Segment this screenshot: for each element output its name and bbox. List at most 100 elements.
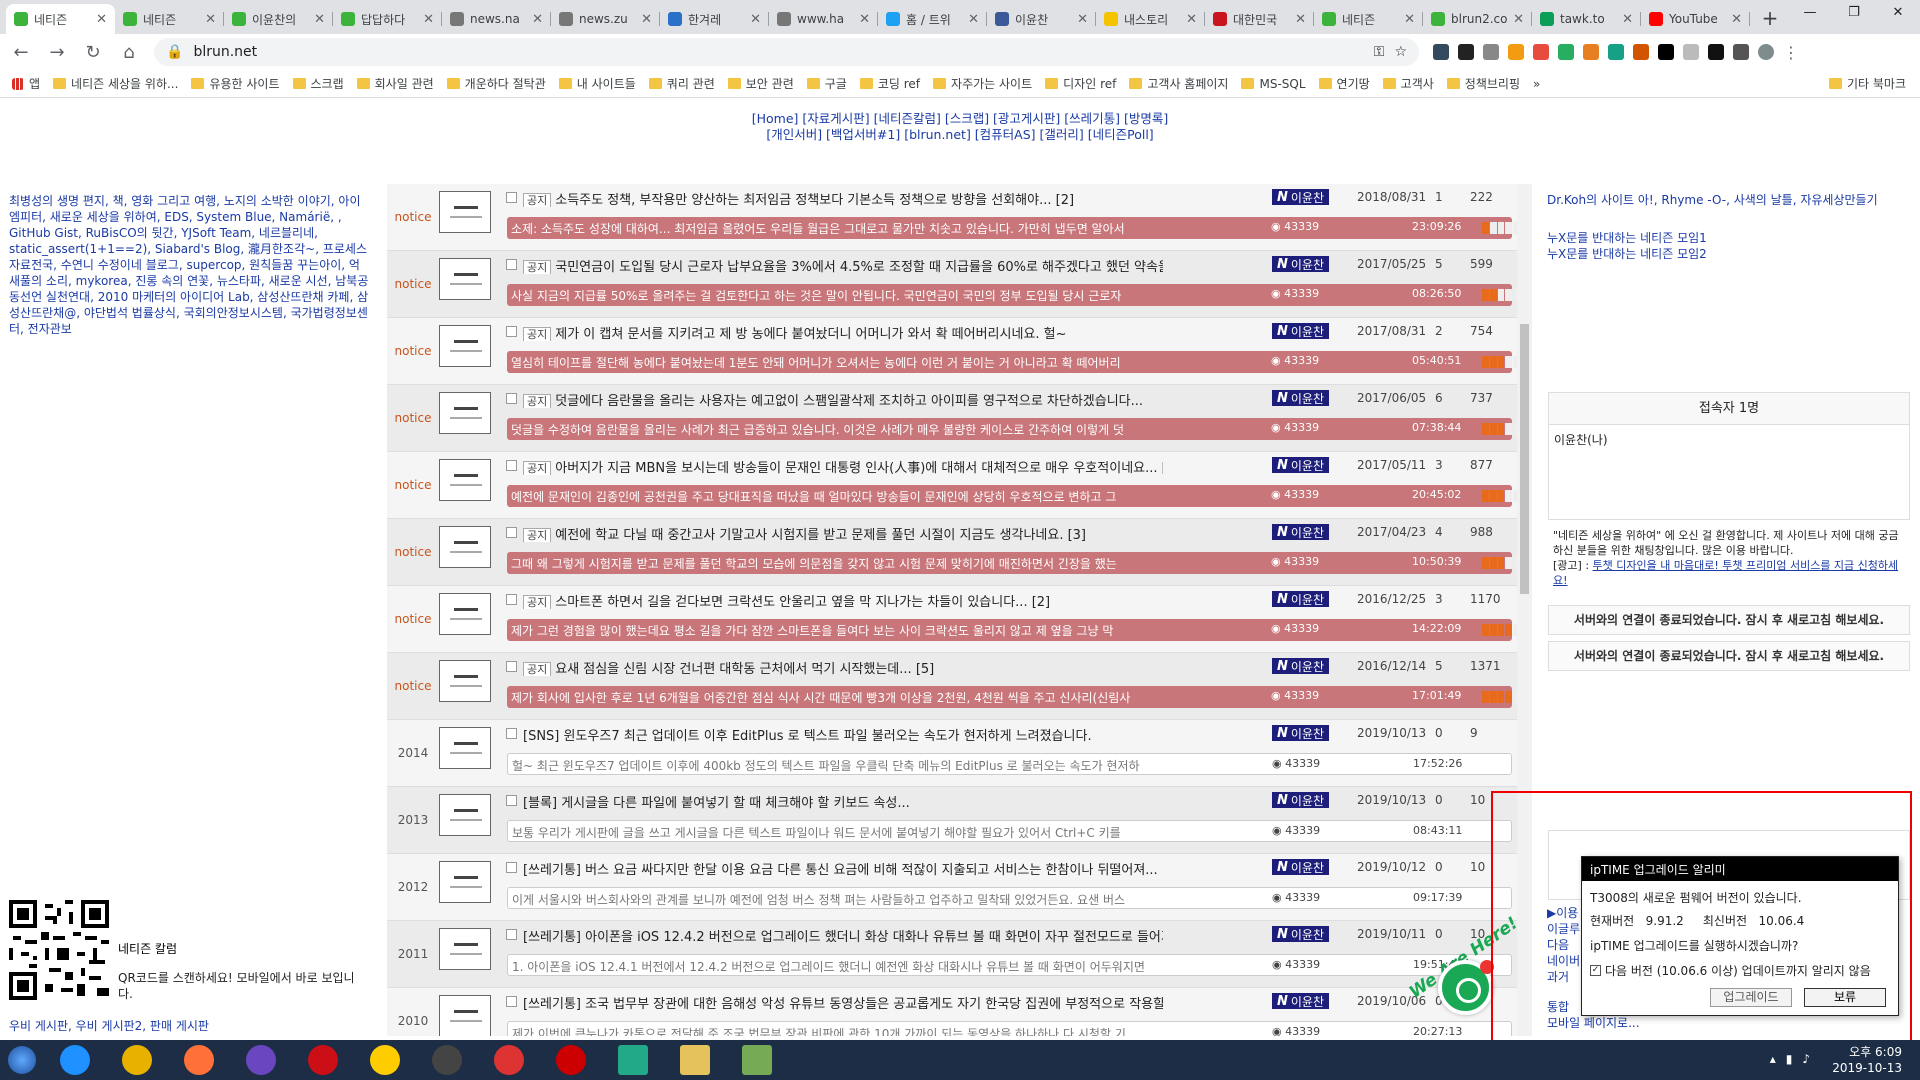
bookmark-item[interactable]: 정책브리핑 [1446,75,1520,92]
tab-close-icon[interactable]: ✕ [423,12,434,27]
post-row[interactable]: notice 공지 요새 점심을 신림 시장 건너편 대학동 근처에서 먹기 시작했… [387,653,1517,720]
post-row[interactable]: 2010 [쓰레기통] 조국 법무부 장관에 대한 음해성 악성 유튜브 동영상들… [387,988,1517,1036]
post-author[interactable]: N 이윤찬 [1272,926,1330,942]
post-thumbnail[interactable] [439,660,491,702]
post-thumbnail[interactable] [439,325,491,367]
top-nav-line2[interactable]: [개인서버] [백업서버#1] [blrun.net] [컴퓨터AS] [갤러리… [0,127,1920,143]
volume-icon[interactable]: ♪ [1802,1052,1810,1066]
post-row[interactable]: notice 공지 스마트폰 하면서 길을 걷다보면 크락션도 안울리고 옆을 막 … [387,586,1517,653]
bookmark-item[interactable]: 기타 북마크 [1828,75,1906,92]
tab-close-icon[interactable]: ✕ [968,12,979,27]
browser-tab[interactable]: news.zu ✕ [551,4,660,34]
post-title-text[interactable]: [블록] 게시글을 다른 파일에 붙여넣기 할 때 체크해야 할 키보드 속성.… [523,796,910,810]
right-link[interactable]: 누X문를 반대하는 네티즌 모임2 [1547,246,1878,262]
bookmark-item[interactable]: 개운하다 절탁관 [446,75,546,92]
post-thumbnail[interactable] [439,258,491,300]
close-window-button[interactable]: ✕ [1876,0,1920,28]
post-checkbox[interactable] [506,728,517,739]
tab-close-icon[interactable]: ✕ [1404,12,1415,27]
bookmark-item[interactable]: 네티즌 세상을 위하... [53,75,178,92]
extension-icon[interactable] [1708,44,1724,60]
post-row[interactable]: notice 공지 국민연금이 도입될 당시 근로자 납부요율을 3%에서 4.5%… [387,251,1517,318]
post-summary-bar[interactable]: 사실 지금의 지급률 50%로 올려주는 걸 검토한다고 하는 것은 말이 안됩… [507,284,1517,306]
tab-close-icon[interactable]: ✕ [1731,12,1742,27]
post-title-text[interactable]: 제가 이 캡쳐 문서를 지키려고 제 방 농에다 붙여놨더니 어머니가 와서 확… [555,327,1066,341]
post-title-text[interactable]: 예전에 학교 다닐 때 중간고사 기말고사 시험지를 받고 문제를 풀던 시절이… [555,528,1063,542]
post-row[interactable]: 2012 [쓰레기통] 버스 요금 싸다지만 한달 이용 요금 다른 통신 요금에… [387,854,1517,921]
post-author[interactable]: N 이윤찬 [1272,323,1330,339]
tab-close-icon[interactable]: ✕ [859,12,870,27]
browser-tab[interactable]: 한겨레 ✕ [660,4,769,34]
post-thumbnail[interactable] [439,861,491,903]
clock[interactable]: 오후 6:09 2019-10-13 [1832,1044,1902,1076]
post-author[interactable]: N 이윤찬 [1272,725,1330,741]
browser-tab[interactable]: 대한민국 ✕ [1205,4,1314,34]
post-title-text[interactable]: [쓰레기통] 버스 요금 싸다지만 한달 이용 요금 다른 통신 요금에 비해 … [523,863,1158,877]
new-tab-button[interactable]: + [1756,5,1784,33]
post-title-text[interactable]: [SNS] 윈도우즈7 최근 업데이트 이후 EditPlus 로 텍스트 파일… [523,729,1092,743]
tab-close-icon[interactable]: ✕ [641,12,652,27]
post-thumbnail[interactable] [439,191,491,233]
post-title-text[interactable]: 요새 점심을 신림 시장 건너편 대학동 근처에서 먹기 시작했는데... [555,662,911,676]
tab-close-icon[interactable]: ✕ [1513,12,1524,27]
bookmark-item[interactable]: MS-SQL [1241,77,1306,91]
post-checkbox[interactable] [506,192,517,203]
extension-icon[interactable] [1733,44,1749,60]
taskbar-app-icon[interactable] [230,1040,292,1080]
rss-icon[interactable] [1508,44,1524,60]
tab-close-icon[interactable]: ✕ [1077,12,1088,27]
post-checkbox[interactable] [506,661,517,672]
url-text[interactable]: blrun.net [193,44,1363,60]
taskbar-app-icon[interactable] [540,1040,602,1080]
network-icon[interactable]: ▮ [1786,1052,1793,1066]
post-row[interactable]: notice 공지 아버지가 지금 MBN을 보시는데 방송들이 문재인 대통령 인… [387,452,1517,519]
checkbox[interactable]: ✓ [1590,965,1601,976]
post-row[interactable]: notice 공지 소득주도 정책, 부작용만 양산하는 최저임금 정책보다 기본소… [387,184,1517,251]
tab-close-icon[interactable]: ✕ [532,12,543,27]
start-button[interactable] [0,1040,44,1080]
post-thumbnail[interactable] [439,593,491,635]
browser-tab[interactable]: 이윤찬의 ✕ [224,4,333,34]
ad-link[interactable]: 투챗 디자인을 내 마음대로! 투챗 프리미엄 서비스를 지금 신청하세요! [1553,559,1898,587]
star-icon[interactable]: ☆ [1394,44,1407,60]
bookmark-item[interactable]: 연기땅 [1318,75,1370,92]
taskbar-app-icon[interactable] [602,1040,664,1080]
user-entry[interactable]: 이윤찬(나) [1554,431,1904,448]
tab-close-icon[interactable]: ✕ [750,12,761,27]
post-checkbox[interactable] [506,259,517,270]
tab-close-icon[interactable]: ✕ [205,12,216,27]
extension-icon[interactable] [1533,44,1549,60]
bookmark-item[interactable]: 쿼리 관련 [648,75,715,92]
post-title[interactable]: 공지 국민연금이 도입될 당시 근로자 납부요율을 3%에서 4.5%로 조정할 … [523,256,1163,274]
taskbar-app-icon[interactable] [478,1040,540,1080]
post-checkbox[interactable] [506,393,517,404]
post-summary-bar[interactable]: 그때 왜 그렇게 시험지를 받고 문제를 풀던 학교의 모습에 의문점을 갖지 … [507,552,1517,574]
post-author[interactable]: N 이윤찬 [1272,390,1330,406]
home-icon[interactable]: ⌂ [118,42,140,63]
upgrade-button[interactable]: 업그레이드 [1710,988,1792,1007]
bookmark-item[interactable]: 보안 관련 [727,75,794,92]
browser-tab[interactable]: 홈 / 트위 ✕ [878,4,987,34]
bookmark-item[interactable]: 코딩 ref [859,75,920,92]
extension-icon[interactable] [1583,44,1599,60]
post-row[interactable]: 2011 [쓰레기통] 아이폰을 iOS 12.4.2 버전으로 업그레이드 했더… [387,921,1517,988]
tab-close-icon[interactable]: ✕ [1622,12,1633,27]
post-title[interactable]: 공지 제가 이 캡쳐 문서를 지키려고 제 방 농에다 붙여놨더니 어머니가 와서… [523,323,1163,341]
post-title-text[interactable]: 국민연금이 도입될 당시 근로자 납부요율을 3%에서 4.5%로 조정할 때 … [555,260,1163,274]
extension-icon[interactable] [1633,44,1649,60]
post-title[interactable]: 공지 스마트폰 하면서 길을 걷다보면 크락션도 안울리고 옆을 막 지나가는 차… [523,591,1163,609]
post-title[interactable]: 공지 예전에 학교 다닐 때 중간고사 기말고사 시험지를 받고 문제를 풀던 시… [523,524,1163,542]
browser-tab[interactable]: news.na ✕ [442,4,551,34]
tab-close-icon[interactable]: ✕ [314,12,325,27]
post-title-text[interactable]: [쓰레기통] 조국 법무부 장관에 대한 음해성 악성 유튜브 동영상들은 공교… [523,997,1163,1011]
bookmark-item[interactable]: 디자인 ref [1045,75,1116,92]
bookmark-item[interactable]: 회사일 관련 [356,75,434,92]
browser-tab[interactable]: 네티즌 ✕ [6,4,115,34]
browser-tab[interactable]: www.ha ✕ [769,4,878,34]
bookmark-item[interactable]: 고객사 홈페이지 [1129,75,1228,92]
bookmark-item[interactable]: 스크랩 [292,75,344,92]
post-summary-bar[interactable]: 보통 우리가 게시판에 글을 쓰고 게시글을 다른 텍스트 파일이나 워드 문서… [507,820,1512,842]
post-summary-bar[interactable]: 제가 회사에 입사한 후로 1년 6개월을 어중간한 점심 식사 시간 때문에 … [507,686,1517,708]
taskbar-app-icon[interactable] [292,1040,354,1080]
post-row[interactable]: notice 공지 덧글에다 음란물을 올리는 사용자는 예고없이 스팸일괄삭제 조… [387,385,1517,452]
